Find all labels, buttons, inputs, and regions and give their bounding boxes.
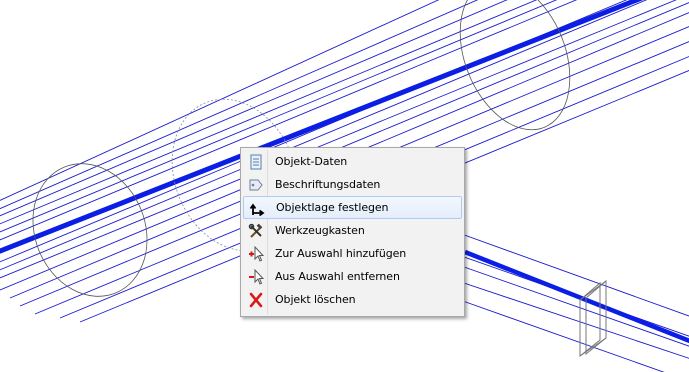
menu-item-aus-auswahl-entfernen[interactable]: Aus Auswahl entfernen <box>243 265 462 288</box>
branch-pipe-axis <box>464 249 689 344</box>
tools-icon <box>247 222 265 240</box>
document-icon <box>247 153 265 171</box>
menu-item-label: Aus Auswahl entfernen <box>275 270 400 283</box>
menu-item-label: Werkzeugkasten <box>275 224 365 237</box>
menu-item-label: Objekt-Daten <box>275 155 348 168</box>
menu-item-zur-auswahl-hinzufuegen[interactable]: Zur Auswahl hinzufügen <box>243 242 462 265</box>
cursor-add-icon <box>247 245 265 263</box>
menu-item-label: Objektlage festlegen <box>276 201 389 214</box>
menu-item-objekt-daten[interactable]: Objekt-Daten <box>243 150 462 173</box>
menu-item-label: Zur Auswahl hinzufügen <box>275 247 407 260</box>
label-tag-icon <box>247 176 265 194</box>
menu-item-werkzeugkasten[interactable]: Werkzeugkasten <box>243 219 462 242</box>
menu-item-objekt-loeschen[interactable]: Objekt löschen <box>243 288 462 311</box>
menu-item-label: Beschriftungsdaten <box>275 178 381 191</box>
pipe-support-element <box>579 279 607 358</box>
delete-x-icon <box>247 291 265 309</box>
branch-pipe-lines <box>429 227 689 372</box>
cursor-remove-icon <box>247 268 265 286</box>
menu-item-label: Objekt löschen <box>275 293 356 306</box>
menu-item-beschriftungsdaten[interactable]: Beschriftungsdaten <box>243 173 462 196</box>
context-menu: Objekt-Daten Beschriftungsdaten Objektla… <box>240 147 465 317</box>
arrow-up-right-icon <box>248 199 266 217</box>
menu-item-objektlage-festlegen[interactable]: Objektlage festlegen <box>243 196 462 219</box>
